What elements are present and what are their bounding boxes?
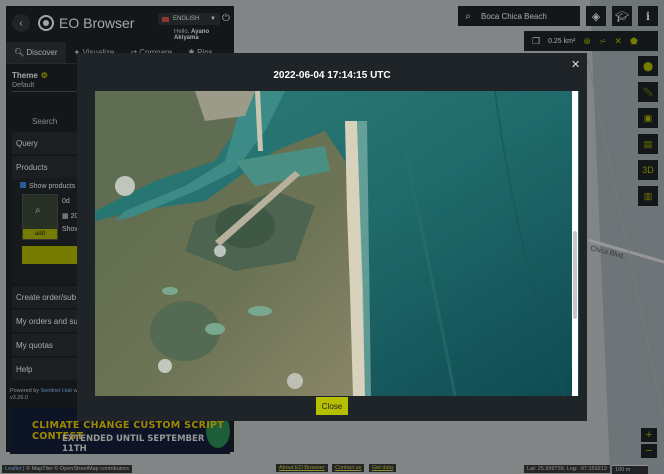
image-scrollbar[interactable] [572, 91, 578, 396]
modal-title: 2022-06-04 17:14:15 UTC [273, 70, 391, 81]
satellite-image [95, 91, 579, 396]
close-icon[interactable]: ✕ [571, 58, 580, 71]
image-preview-modal: 2022-06-04 17:14:15 UTC ✕ Close [77, 53, 587, 421]
close-button[interactable]: Close [316, 397, 348, 415]
scrollbar-thumb[interactable] [573, 231, 577, 319]
